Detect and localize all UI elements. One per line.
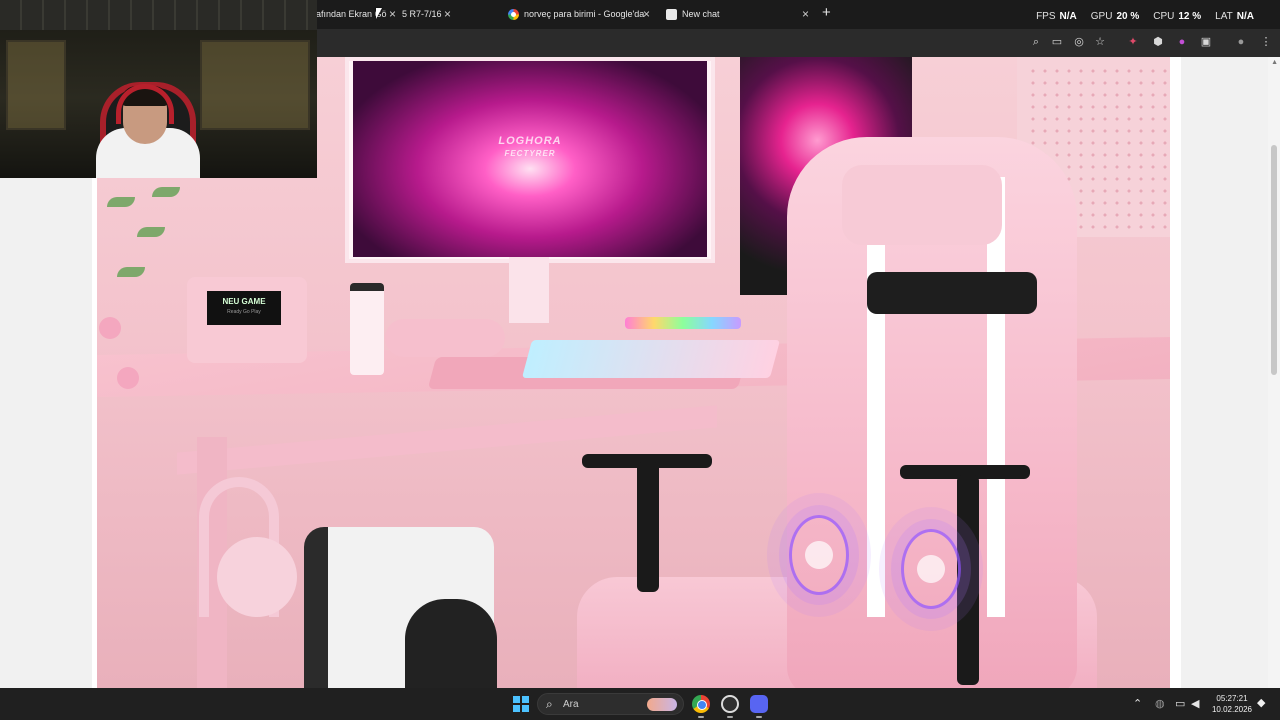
left-armrest-post [637,462,659,592]
obs-icon[interactable] [721,695,739,713]
chrome-icon[interactable] [692,695,710,713]
windows-taskbar: ⌕ Ara ⌃ ◍ ▭ ◀ 05:27:21 10.02.2026 ◆ [0,688,1280,720]
retro-arcade-console: NEU GAME Ready Go Play [187,277,307,363]
console-screen-text: NEU GAME [222,297,266,306]
chat-icon [666,8,677,20]
massage-ring-icon [901,529,961,609]
windows-start-icon[interactable] [513,696,529,712]
network-icon[interactable]: ▭ [1175,697,1185,711]
tab-label: 5 R7-7/16 [402,9,442,19]
headphone-cup [217,537,297,617]
tab-r7[interactable]: 5 R7-7/16 × [402,3,451,25]
leaf [152,187,180,197]
chair-headrest-strap [867,272,1037,314]
flower [117,367,139,389]
scroll-up-arrow-icon[interactable]: ▲ [1271,59,1278,66]
menu-kebab-icon[interactable]: ⋮ [1259,35,1273,49]
massage-ring-icon [789,515,849,595]
fps-readout: FPS N/A [1036,11,1077,22]
clock-time: 05:27:21 [1216,694,1248,703]
webcam-overlay [0,0,317,178]
monitor-logo: LOGHORA FECTYRER [353,135,707,158]
search-highlight-image [647,698,677,711]
flower [99,317,121,339]
console-screen: NEU GAME Ready Go Play [207,291,281,325]
tab-google-search[interactable]: norveç para birimi - Google'da × [508,3,658,25]
running-indicator [756,716,762,718]
cast-icon[interactable]: ▭ [1050,35,1064,49]
notification-bell-icon[interactable]: ◆ [1257,696,1265,709]
chair-head-pillow [842,165,1002,245]
microphone-icon[interactable]: ◍ [1155,697,1165,711]
extension-red-icon[interactable]: ✦ [1126,35,1140,49]
extensions-puzzle-icon[interactable]: ▣ [1199,35,1213,49]
tumbler-cup [350,283,384,375]
mouse-cursor-icon [376,8,382,19]
taskbar-clock[interactable]: 05:27:21 10.02.2026 [1208,693,1256,715]
close-tab-icon[interactable]: × [802,7,809,21]
tab-label: New chat [682,9,720,19]
monitor-stand [509,257,549,323]
bluetooth-speaker [385,319,505,357]
tab-ekran-goruntusu[interactable]: afından Ekran Gö × [316,3,398,25]
webcam-window [6,40,66,130]
page-scrollbar[interactable]: ▲ [1268,57,1280,688]
search-placeholder: Ara [563,699,579,710]
running-indicator [698,716,704,718]
new-tab-button[interactable]: + [822,5,831,21]
zoom-icon[interactable]: ⌕ [1029,35,1043,49]
console-screen-subtext: Ready Go Play [227,309,261,315]
leaf [117,267,145,277]
plant [97,177,197,417]
running-indicator [727,716,733,718]
rgb-light-bar [625,317,741,329]
gpu-readout: GPU 20 % [1090,11,1140,22]
pc-case-vent [405,599,497,688]
tab-new-chat[interactable]: New chat × [666,3,816,25]
webcam-ceiling [0,0,317,30]
purple-extension-icon[interactable]: ● [1175,35,1189,49]
monitor: LOGHORA FECTYRER [345,57,715,263]
shield-extension-icon[interactable]: ⬢ [1151,35,1165,49]
monitor-screen: LOGHORA FECTYRER [353,61,707,257]
volume-icon[interactable]: ◀ [1191,697,1199,711]
close-tab-icon[interactable]: × [389,7,396,21]
tray-overflow-chevron-icon[interactable]: ⌃ [1133,697,1142,711]
tracking-protection-icon[interactable]: ◎ [1072,35,1086,49]
monitor-logo-text: LOGHORA [498,135,562,147]
desktop-screen: afından Ekran Gö × 5 R7-7/16 × norveç pa… [0,0,1280,720]
tab-label: norveç para birimi - Google'da [524,9,645,19]
latency-readout: LAT N/A [1215,11,1254,22]
search-icon: ⌕ [546,697,553,711]
monitor-logo-subtext: FECTYRER [504,149,556,158]
profile-avatar-icon[interactable]: ● [1234,35,1248,49]
right-armrest-post [957,475,979,685]
google-icon [508,8,519,20]
performance-overlay: FPS N/A GPU 20 % CPU 12 % LAT N/A [1036,11,1254,22]
webcam-window [200,40,310,130]
keyboard [521,340,781,378]
close-tab-icon[interactable]: × [444,7,451,21]
taskbar-search-box[interactable]: ⌕ Ara [537,693,684,715]
discord-icon[interactable] [750,695,768,713]
leaf [107,197,135,207]
cpu-readout: CPU 12 % [1153,11,1202,22]
bookmark-star-icon[interactable]: ☆ [1093,35,1107,49]
scrollbar-thumb[interactable] [1271,145,1277,375]
leaf [137,227,165,237]
clock-date: 10.02.2026 [1211,705,1253,714]
close-tab-icon[interactable]: × [643,7,650,21]
